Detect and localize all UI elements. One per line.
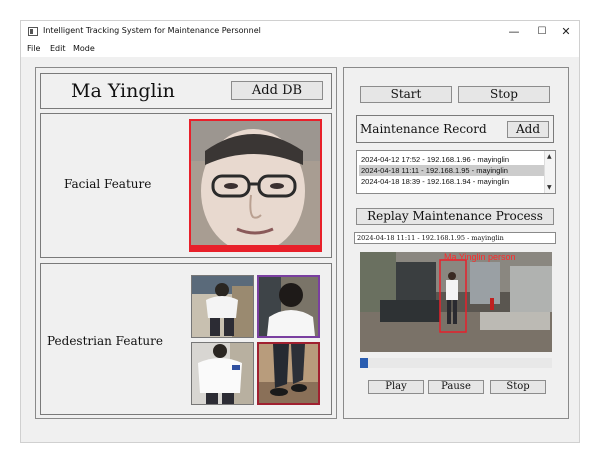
pedestrian-photo-4 <box>259 344 318 403</box>
close-icon[interactable]: ✕ <box>553 23 579 41</box>
record-list-scrollbar[interactable]: ▲ ▼ <box>544 151 555 193</box>
replay-video-frame: Ma Yinglin person <box>360 252 552 352</box>
facial-feature-section: Facial Feature <box>40 113 332 258</box>
replay-maintenance-button[interactable]: Replay Maintenance Process <box>356 208 554 225</box>
menu-mode[interactable]: Mode <box>73 44 95 53</box>
replay-progress-fill[interactable] <box>360 358 368 368</box>
app-window: Intelligent Tracking System for Maintena… <box>20 20 580 443</box>
menu-file[interactable]: File <box>27 44 40 53</box>
record-item-selected[interactable]: 2024-04-18 11:11 - 192.168.1.95 - maying… <box>359 165 545 176</box>
menu-bar: File Edit Mode <box>21 43 579 57</box>
window-title: Intelligent Tracking System for Maintena… <box>43 26 261 35</box>
maintenance-record-header: Maintenance Record Add <box>356 115 554 143</box>
face-photo-graphic <box>191 121 320 250</box>
maintenance-record-title: Maintenance Record <box>360 122 487 136</box>
maintenance-record-list[interactable]: 2024-04-12 17:52 - 192.168.1.96 - maying… <box>356 150 556 194</box>
title-bar: Intelligent Tracking System for Maintena… <box>21 21 579 43</box>
replay-stop-button[interactable]: Stop <box>490 380 546 394</box>
pedestrian-photo-3 <box>192 343 253 404</box>
name-bar: Ma Yinglin Add DB <box>40 73 332 109</box>
stop-button[interactable]: Stop <box>458 86 550 103</box>
maximize-icon[interactable]: ☐ <box>529 23 555 41</box>
minimize-icon[interactable]: — <box>501 23 527 41</box>
add-db-button[interactable]: Add DB <box>231 81 323 100</box>
menu-edit[interactable]: Edit <box>50 44 66 53</box>
person-panel: Ma Yinglin Add DB Facial Feature Pedestr… <box>35 67 337 419</box>
person-name: Ma Yinglin <box>71 80 175 102</box>
app-icon <box>28 27 38 36</box>
facial-feature-label: Facial Feature <box>64 177 152 191</box>
record-item[interactable]: 2024-04-12 17:52 - 192.168.1.96 - maying… <box>359 154 545 165</box>
pedestrian-feature-section: Pedestrian Feature <box>40 263 332 415</box>
pedestrian-feature-label: Pedestrian Feature <box>47 334 163 348</box>
control-panel: Start Stop Maintenance Record Add 2024-0… <box>343 67 569 419</box>
pedestrian-photo-2 <box>259 277 318 336</box>
add-record-button[interactable]: Add <box>507 121 549 138</box>
play-button[interactable]: Play <box>368 380 424 394</box>
replay-progress-track[interactable] <box>360 358 552 368</box>
replay-record-field[interactable]: 2024-04-18 11:11 - 192.168.1.95 - maying… <box>354 232 556 244</box>
pause-button[interactable]: Pause <box>428 380 484 394</box>
pedestrian-image-3 <box>191 342 254 405</box>
face-image <box>189 119 322 252</box>
scroll-up-icon[interactable]: ▲ <box>547 153 552 160</box>
pedestrian-image-2 <box>257 275 320 338</box>
pedestrian-photo-1 <box>192 276 253 337</box>
scroll-down-icon[interactable]: ▼ <box>547 184 552 191</box>
start-button[interactable]: Start <box>360 86 452 103</box>
detection-label: Ma Yinglin person <box>444 252 516 262</box>
pedestrian-image-4 <box>257 342 320 405</box>
record-item[interactable]: 2024-04-18 18:39 - 192.168.1.94 - maying… <box>359 176 545 187</box>
replay-video-graphic <box>360 252 552 352</box>
pedestrian-image-1 <box>191 275 254 338</box>
